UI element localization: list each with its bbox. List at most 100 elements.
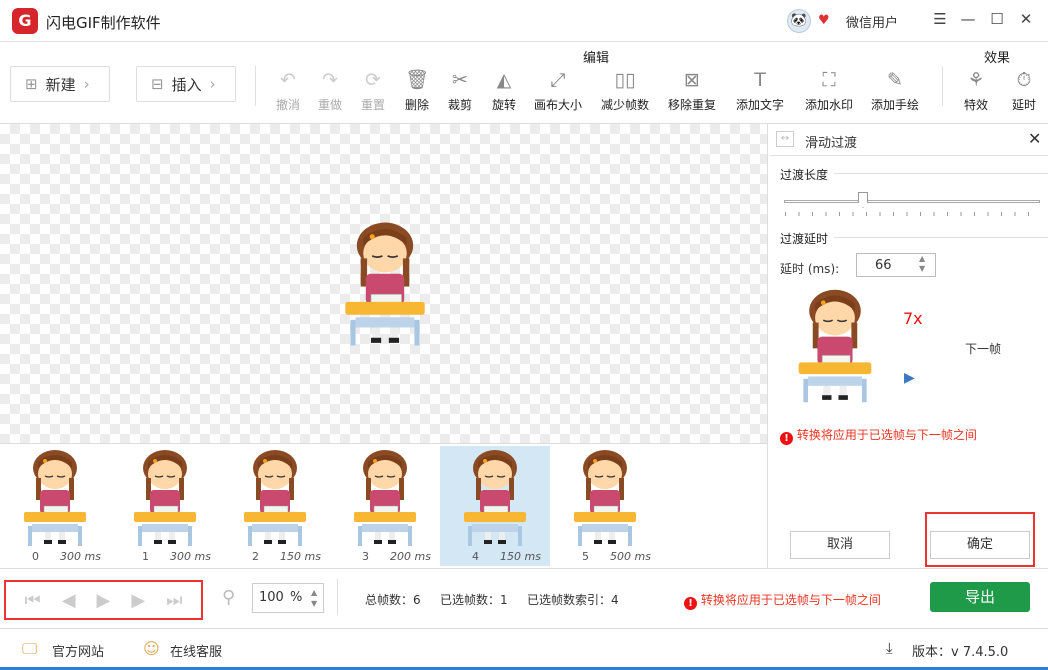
zoom-icon: ⚲ [222,587,236,608]
divider [255,66,256,106]
slide-transition-icon: ↔ [776,131,794,147]
zoom-value: 100 [259,590,284,605]
cancel-button[interactable]: 取消 [790,531,890,559]
tool-reduce-frames[interactable]: ▯▯ 减少帧数 [591,68,659,113]
footer: 🖵 官方网站 ☺ 在线客服 ⤓ 版本：v 7.4.5.0 [0,628,1048,670]
support-link[interactable]: 在线客服 [170,641,222,660]
tool-reset[interactable]: ⟳ 重置 [349,68,397,113]
frame-duration: 500 ms [610,550,651,563]
panel-close-icon[interactable]: ✕ [1028,129,1041,148]
tool-undo[interactable]: ↶ 撤消 [264,68,312,113]
delay-icon: ⏱ [1016,69,1032,91]
tool-effects[interactable]: ⚘ 特效 [952,68,1000,113]
frame-index: 3 [362,550,369,563]
username[interactable]: 微信用户 [846,12,898,31]
insert-label: 插入 [171,75,202,94]
rotate-icon: ◭ [496,69,512,91]
tool-delete[interactable]: 🗑 删除 [393,68,441,113]
divider [337,579,338,615]
tool-label: 重做 [317,98,342,112]
preview-canvas[interactable] [0,124,768,443]
undo-icon: ↶ [280,69,296,91]
length-section-label: 过渡长度 [780,168,829,182]
play-preview-icon[interactable]: ▶ [904,370,915,386]
tool-label: 重置 [360,98,385,112]
frame-duration: 200 ms [390,550,431,563]
play-icon[interactable]: ▶ [97,590,111,611]
minimize-icon[interactable]: — [958,10,978,28]
tool-canvas-size[interactable]: ⤢ 画布大小 [524,68,592,113]
vip-heart-icon[interactable]: ♥ [818,13,830,28]
tool-crop[interactable]: ✂ 裁剪 [436,68,484,113]
avatar[interactable]: 🐼 [787,9,811,33]
remove-dup-icon: ⊠ [684,69,700,91]
tool-label: 添加水印 [804,98,853,112]
chevron-right-icon: › [209,75,216,93]
zoom-input[interactable]: 100 % ▲ ▼ [252,583,324,613]
delay-stepper[interactable]: ▲ ▼ [919,254,925,274]
new-button[interactable]: ⊞ 新建 › [10,66,110,102]
app-title: 闪电GIF制作软件 [46,14,161,32]
support-icon: ☺ [143,639,160,658]
tool-delay[interactable]: ⏱ 延时 [1000,68,1048,113]
export-button[interactable]: 导出 [930,582,1030,612]
new-file-icon: ⊞ [25,75,38,93]
length-slider-thumb[interactable] [858,192,868,208]
frame-image [570,448,640,548]
tool-label: 添加文字 [735,98,784,112]
title-bar: G 闪电GIF制作软件 🐼 ♥ 微信用户 ☰ — ☐ ✕ [0,0,1048,42]
frame-index: 5 [582,550,589,563]
frame-thumbnail[interactable]: 0 300 ms [0,446,110,566]
group-effect-label: 效果 [984,51,1011,66]
maximize-icon[interactable]: ☐ [987,10,1007,28]
selected-index: 已选帧数索引：4 [527,593,619,607]
menu-icon[interactable]: ☰ [930,10,950,28]
next-frame-icon[interactable]: ▶ [131,590,145,611]
transition-preview-image [794,286,876,406]
length-slider-track[interactable] [784,200,1040,203]
panel-warning: ! 转换将应用于已选帧与下一帧之间 [780,426,977,445]
selected-frames: 已选帧数：1 [440,593,508,607]
playback-controls: ⏮ ◀ ▶ ▶ ⏭ [4,580,203,620]
frame-index: 2 [252,550,259,563]
frame-thumbnail[interactable]: 3 200 ms [330,446,440,566]
frame-duration: 300 ms [170,550,211,563]
divider [834,237,1048,238]
tool-add-draw[interactable]: ✎ 添加手绘 [861,68,929,113]
crop-icon: ✂ [452,69,468,91]
frame-thumbnail[interactable]: 4 150 ms [440,446,550,566]
tool-label: 删除 [404,98,429,112]
delete-icon: 🗑 [404,69,430,91]
frame-image [240,448,310,548]
tool-remove-dup[interactable]: ⊠ 移除重复 [658,68,726,113]
tool-rotate[interactable]: ◭ 旋转 [480,68,528,113]
delay-section-label: 过渡延时 [780,232,829,246]
prev-frame-icon[interactable]: ◀ [62,590,76,611]
new-label: 新建 [45,75,76,94]
tool-redo[interactable]: ↷ 重做 [306,68,354,113]
delay-input[interactable]: 66 ▲ ▼ [856,253,936,277]
last-frame-icon[interactable]: ⏭ [166,590,182,611]
panel-title: 滑动过渡 [805,136,858,151]
slider-ticks [785,212,1041,216]
frame-thumbnail[interactable]: 2 150 ms [220,446,330,566]
speed-label: 7x [903,309,923,328]
tool-label: 延时 [1011,98,1036,112]
canvas-size-icon: ⤢ [550,69,566,91]
insert-button[interactable]: ⊟ 插入 › [136,66,236,102]
tool-add-text[interactable]: T 添加文字 [726,68,794,113]
tool-label: 旋转 [491,98,516,112]
status-bar: ⏮ ◀ ▶ ▶ ⏭ ⚲ 100 % ▲ ▼ 总帧数：6 已选帧数：1 已选帧数索引… [0,568,1048,628]
ok-button[interactable]: 确定 [930,531,1030,559]
frame-thumbnail[interactable]: 5 500 ms [550,446,660,566]
download-icon[interactable]: ⤓ [886,639,893,657]
zoom-stepper[interactable]: ▲ ▼ [311,587,317,609]
divider [834,173,1048,174]
first-frame-icon[interactable]: ⏮ [25,590,41,611]
close-icon[interactable]: ✕ [1016,10,1036,28]
frame-thumbnail[interactable]: 1 300 ms [110,446,220,566]
add-watermark-icon: ⛶ [822,69,836,91]
website-link[interactable]: 官方网站 [52,641,104,660]
tool-add-watermark[interactable]: ⛶ 添加水印 [795,68,863,113]
reduce-frames-icon: ▯▯ [614,69,636,91]
